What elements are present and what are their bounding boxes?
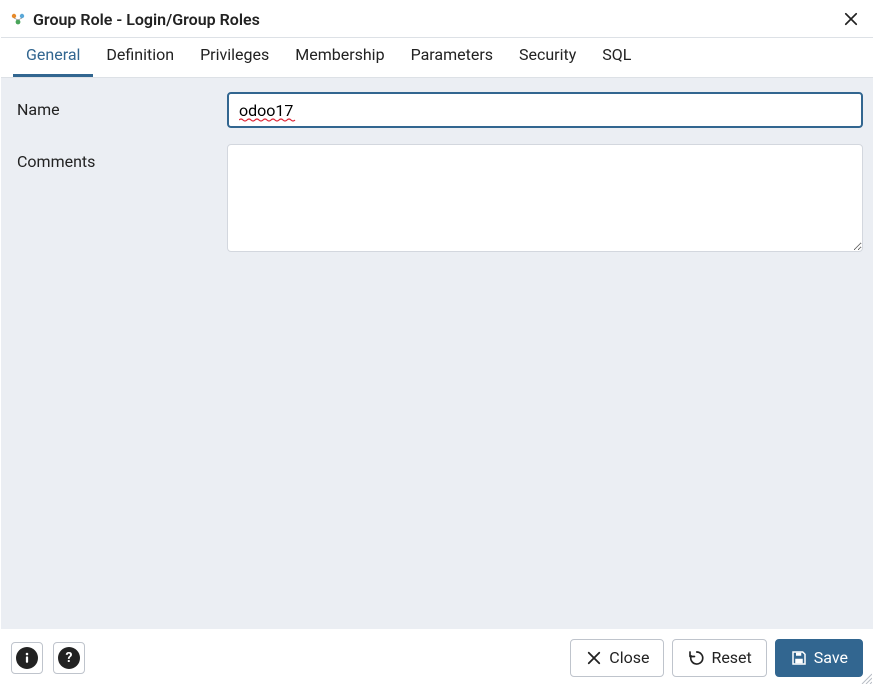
- dialog: Group Role - Login/Group Roles General D…: [0, 0, 874, 686]
- dialog-title: Group Role - Login/Group Roles: [33, 10, 260, 29]
- tab-label: Privileges: [200, 45, 269, 64]
- reset-button-label: Reset: [711, 648, 751, 667]
- save-button[interactable]: Save: [775, 639, 863, 677]
- tab-general[interactable]: General: [13, 36, 93, 77]
- reset-icon: [687, 649, 705, 667]
- dialog-footer: ? Close Reset Save: [1, 629, 873, 685]
- name-label: Name: [17, 92, 227, 128]
- info-button[interactable]: [11, 642, 43, 674]
- tab-membership[interactable]: Membership: [282, 36, 397, 77]
- group-role-icon: [9, 10, 27, 28]
- help-icon: ?: [58, 647, 80, 669]
- tab-bar: General Definition Privileges Membership…: [1, 38, 873, 78]
- comments-label: Comments: [17, 144, 227, 256]
- resize-grip[interactable]: [860, 672, 872, 684]
- tab-label: Definition: [106, 45, 174, 64]
- dialog-header: Group Role - Login/Group Roles: [1, 1, 873, 38]
- tab-label: General: [26, 45, 80, 64]
- name-control: [227, 92, 863, 128]
- info-icon: [16, 647, 38, 669]
- comments-input[interactable]: [227, 144, 863, 252]
- close-button-label: Close: [609, 648, 649, 667]
- tab-label: Parameters: [411, 45, 493, 64]
- save-button-label: Save: [814, 648, 848, 667]
- close-icon[interactable]: [839, 7, 863, 31]
- comments-control: [227, 144, 863, 256]
- tab-definition[interactable]: Definition: [93, 36, 187, 77]
- form-row-name: Name: [17, 92, 863, 128]
- tab-sql[interactable]: SQL: [589, 36, 644, 77]
- name-input[interactable]: [227, 92, 863, 128]
- x-icon: [585, 649, 603, 667]
- close-button[interactable]: Close: [570, 639, 664, 677]
- tab-parameters[interactable]: Parameters: [398, 36, 506, 77]
- help-button[interactable]: ?: [53, 642, 85, 674]
- save-icon: [790, 649, 808, 667]
- tab-label: Security: [519, 45, 576, 64]
- dialog-body: Name Comments: [1, 78, 873, 629]
- tab-label: SQL: [602, 45, 631, 64]
- reset-button[interactable]: Reset: [672, 639, 766, 677]
- tab-security[interactable]: Security: [506, 36, 589, 77]
- form-row-comments: Comments: [17, 144, 863, 256]
- tab-label: Membership: [295, 45, 384, 64]
- tab-privileges[interactable]: Privileges: [187, 36, 282, 77]
